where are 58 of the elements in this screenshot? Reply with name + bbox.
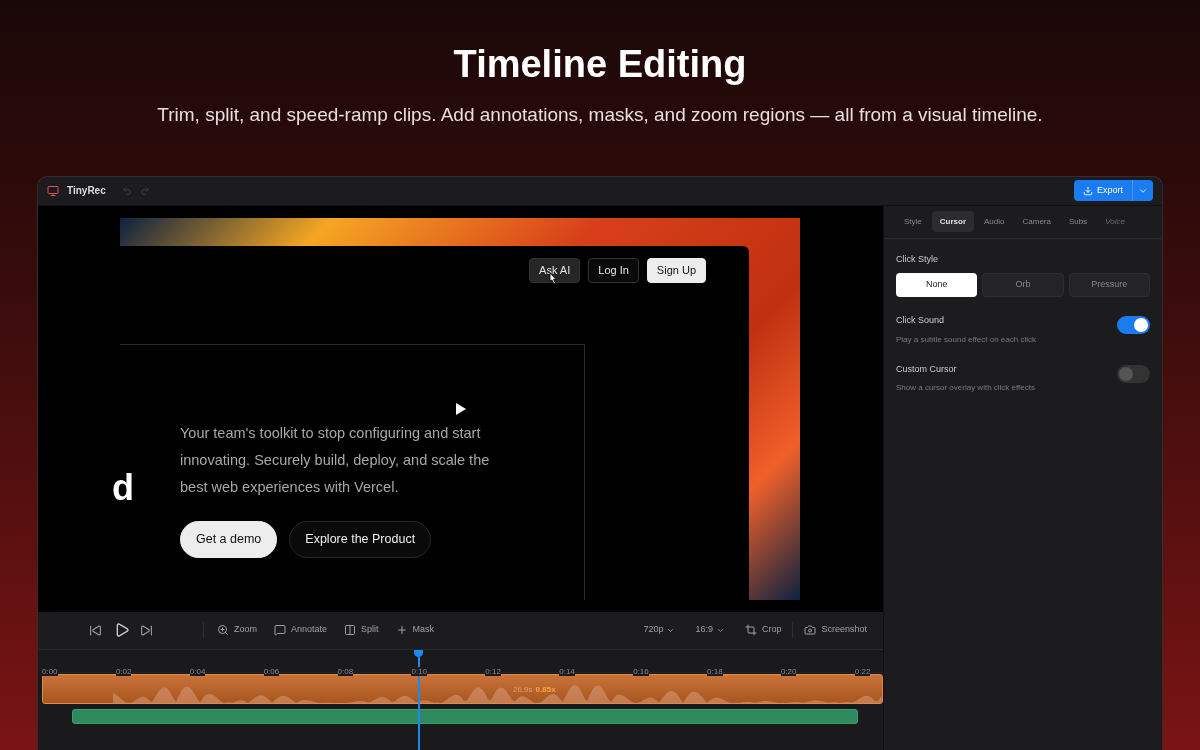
app-title: TinyRec (67, 184, 106, 198)
tool-button[interactable]: Annotate (274, 623, 328, 637)
toggle-label: Custom Cursor (896, 362, 958, 376)
nav-button[interactable]: Sign Up (646, 257, 706, 283)
section-label: Click Style (896, 252, 939, 266)
tool-button[interactable]: Split (344, 623, 379, 637)
click-style-option[interactable]: Pressure (1068, 273, 1150, 297)
time-label: 0:20 (780, 666, 797, 676)
skip-back-icon[interactable] (89, 623, 102, 637)
clip-speed: 0.85x (535, 683, 556, 696)
time-label: 0:16 (633, 666, 649, 676)
panel-tab[interactable]: Style (896, 211, 930, 232)
toggle-description: Play a subtle sound effect on each click (896, 333, 1036, 346)
nav-button[interactable]: Ask AI (529, 257, 581, 283)
split-columns-icon (344, 624, 357, 636)
heading-fragment: d (112, 469, 134, 506)
tool-button[interactable]: Mask (395, 623, 435, 637)
time-label: 0:06 (263, 666, 280, 676)
toggle-switch[interactable] (1117, 364, 1150, 383)
time-label: 0:02 (115, 666, 132, 676)
panel-tab[interactable]: Subs (1060, 211, 1096, 232)
speech-bubble-icon (274, 624, 286, 636)
time-label: 0:12 (485, 666, 501, 676)
tool-button[interactable]: Zoom (217, 623, 257, 637)
click-style-option[interactable]: None (896, 273, 978, 297)
zoom-in-icon (217, 624, 229, 636)
toggle-description: Show a cursor overlay with click effects (896, 382, 1035, 394)
screenshot-button[interactable]: Screenshot (804, 623, 867, 637)
hero-title: Timeline Editing (453, 42, 747, 87)
panel-tab[interactable]: Camera (1014, 211, 1059, 232)
resolution-dropdown[interactable]: 720p (643, 623, 676, 637)
panel-tab[interactable]: Audio (976, 211, 1013, 232)
skip-forward-icon[interactable] (140, 623, 153, 637)
play-icon[interactable] (114, 622, 130, 638)
time-label: 0:10 (411, 666, 428, 676)
crop-button[interactable]: Crop (744, 623, 782, 637)
time-label: 0:18 (707, 666, 723, 676)
plus-icon (395, 624, 408, 636)
cta-button[interactable]: Get a demo (180, 520, 278, 558)
hero-subtitle: Trim, split, and speed-ramp clips. Add annotations, masks, and zoom regions — all from a visual timeline. (157, 103, 1043, 127)
toggle-label: Click Sound (896, 314, 946, 327)
toggle-switch[interactable] (1117, 316, 1150, 334)
nav-button[interactable]: Log In (588, 257, 639, 283)
body-text: Your team's toolkit to stop configuring and start innovating. Securely build, deploy, and scale the best web experiences with Vercel. (180, 423, 491, 497)
time-label: 0:14 (559, 666, 575, 676)
camera-icon (804, 624, 817, 636)
click-style-option[interactable]: Orb (982, 273, 1064, 297)
time-label: 0:22 (854, 666, 871, 676)
time-label: 0:04 (189, 666, 206, 676)
panel-tab[interactable]: Cursor (931, 211, 975, 232)
crop-icon (744, 624, 757, 636)
download-icon (1083, 185, 1093, 196)
time-label: 0:00 (42, 666, 58, 676)
aspect-dropdown[interactable]: 16:9 (695, 623, 725, 637)
time-label: 0:08 (337, 666, 354, 676)
cta-button[interactable]: Explore the Product (289, 520, 432, 558)
play-icon[interactable] (455, 401, 467, 416)
monitor-icon (47, 184, 59, 197)
